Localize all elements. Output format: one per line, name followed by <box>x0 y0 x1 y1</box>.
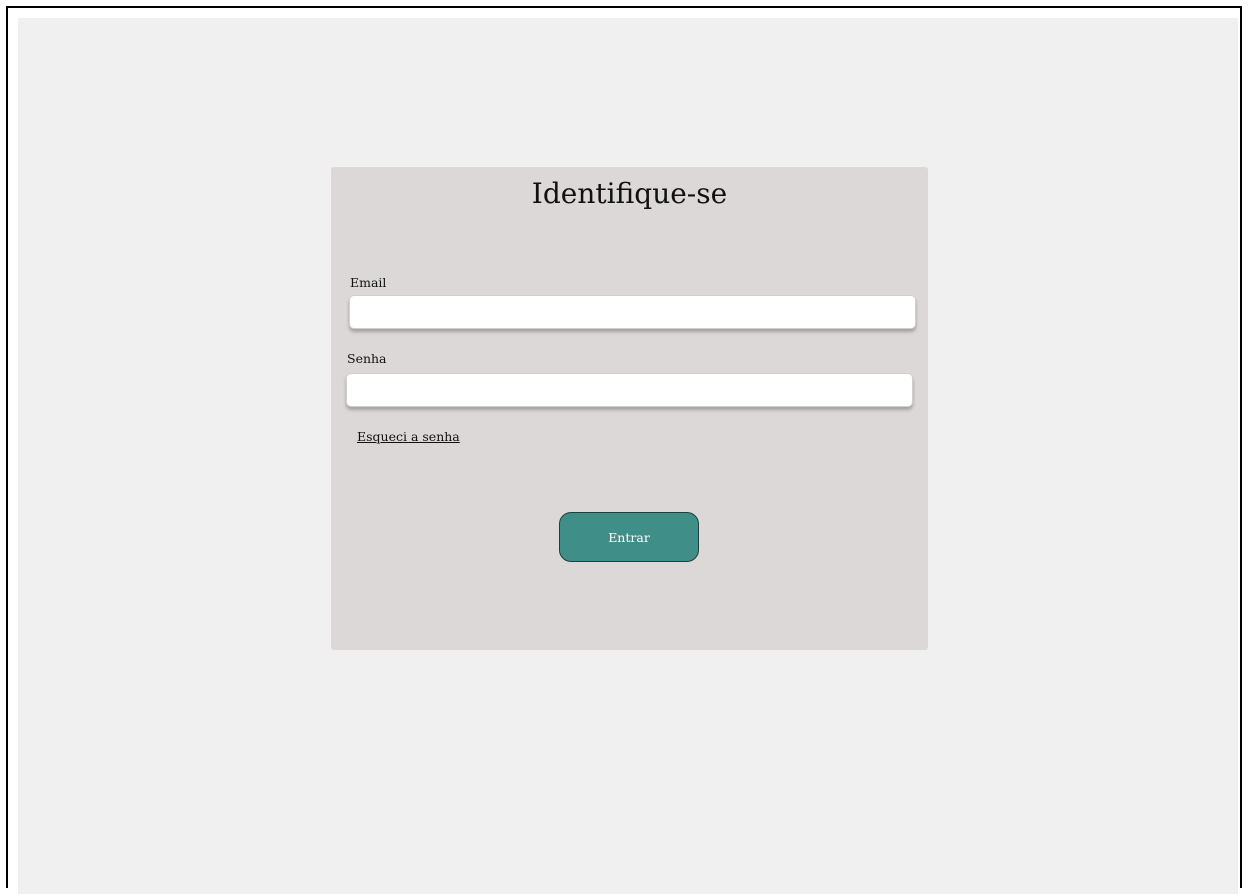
page-background: Identifique-se Email Senha Esqueci a sen… <box>18 18 1238 894</box>
password-label: Senha <box>347 351 387 366</box>
submit-button-label: Entrar <box>608 529 650 545</box>
login-card: Identifique-se Email Senha Esqueci a sen… <box>331 167 928 650</box>
email-field[interactable] <box>349 295 916 329</box>
forgot-password-link[interactable]: Esqueci a senha <box>357 429 460 444</box>
page-title: Identifique-se <box>531 177 728 210</box>
submit-button[interactable]: Entrar <box>559 512 699 562</box>
email-label: Email <box>350 275 387 290</box>
password-field[interactable] <box>346 373 913 407</box>
